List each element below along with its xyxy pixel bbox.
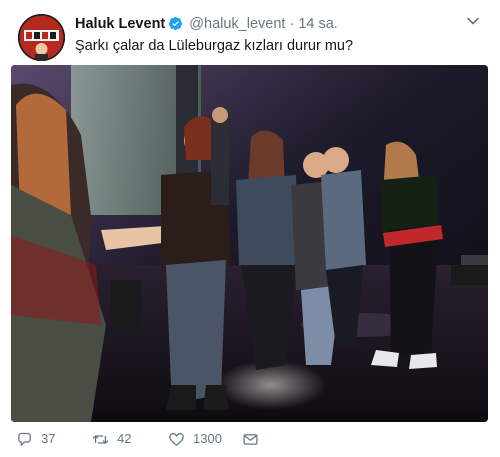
direct-message-button[interactable]: [242, 428, 267, 450]
tweet-actions: 37 42 1300: [0, 428, 500, 450]
retweet-icon: [92, 434, 109, 444]
heart-icon: [169, 432, 184, 446]
tweet-header: Haluk Levent @haluk_levent · 14 sa.: [75, 14, 338, 34]
chevron-down-icon[interactable]: [466, 14, 480, 28]
retweet-count: 42: [117, 431, 132, 446]
retweet-button[interactable]: 42: [92, 428, 131, 450]
photo-image: [11, 65, 488, 422]
reply-button[interactable]: 37: [16, 428, 55, 450]
like-button[interactable]: 1300: [168, 428, 222, 450]
display-name[interactable]: Haluk Levent: [75, 16, 165, 32]
tweet-text: Şarkı çalar da Lüleburgaz kızları durur …: [75, 38, 354, 54]
avatar-image: [18, 14, 65, 61]
timestamp[interactable]: 14 sa.: [298, 16, 338, 32]
reply-count: 37: [41, 431, 56, 446]
like-count: 1300: [193, 431, 222, 446]
user-handle[interactable]: @haluk_levent: [189, 16, 285, 32]
reply-icon: [18, 432, 31, 446]
tweet-card[interactable]: Haluk Levent @haluk_levent · 14 sa. Şark…: [0, 0, 500, 457]
verified-badge-icon: [168, 16, 183, 37]
separator-dot: ·: [289, 16, 295, 32]
envelope-icon: [243, 433, 258, 445]
avatar[interactable]: [18, 14, 65, 61]
tweet-photo[interactable]: [11, 65, 488, 422]
